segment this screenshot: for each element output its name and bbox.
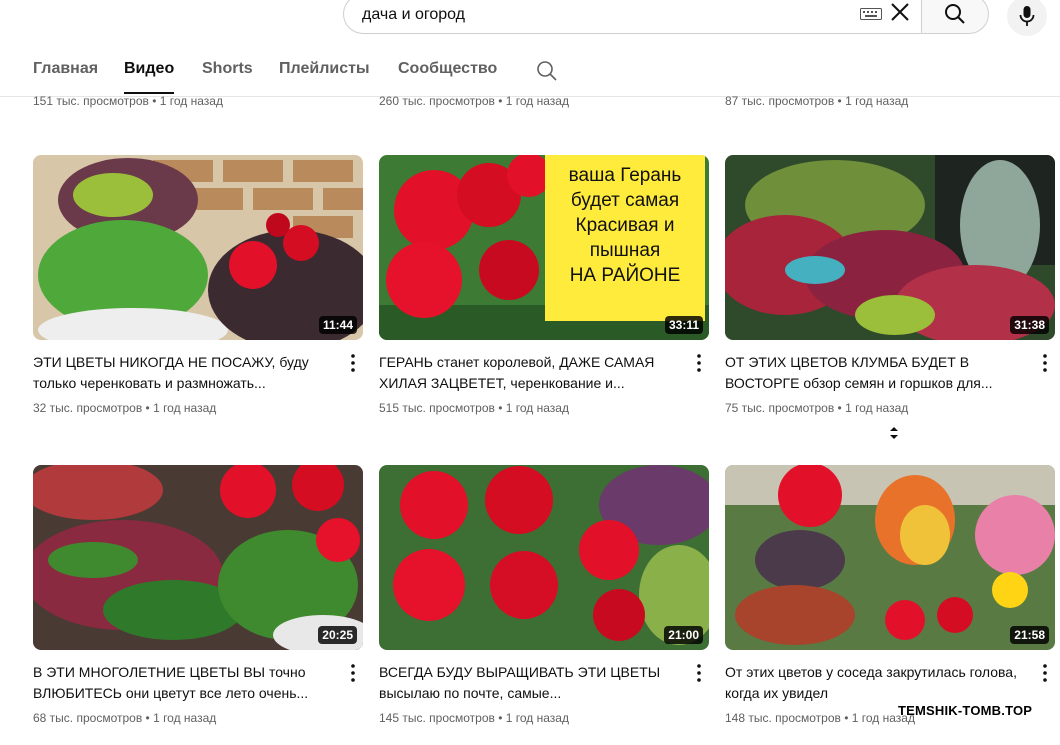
search-query[interactable]: дача и огород	[362, 6, 465, 24]
video-duration: 11:44	[318, 316, 357, 334]
video-thumbnail[interactable]: 31:38	[725, 155, 1055, 340]
clear-search-icon[interactable]	[889, 1, 911, 28]
video-card[interactable]: 11:44 ЭТИ ЦВЕТЫ НИКОГДА НЕ ПОСАЖУ, буду …	[33, 155, 363, 415]
video-meta: 260 тыс. просмотров • 1 год назад	[379, 94, 569, 108]
more-options-icon[interactable]	[691, 662, 707, 684]
video-duration: 21:00	[664, 626, 703, 644]
video-duration: 31:38	[1010, 316, 1049, 334]
more-options-icon[interactable]	[1037, 352, 1053, 374]
video-meta: 145 тыс. просмотров • 1 год назад	[379, 711, 569, 725]
video-meta: 148 тыс. просмотров • 1 год назад	[725, 711, 915, 725]
video-card[interactable]: 31:38 ОТ ЭТИХ ЦВЕТОВ КЛУМБА БУДЕТ В ВОСТ…	[725, 155, 1055, 415]
more-options-icon[interactable]	[345, 352, 361, 374]
tab-playlists[interactable]: Плейлисты	[279, 60, 370, 92]
video-thumbnail[interactable]: 20:25	[33, 465, 363, 650]
video-card[interactable]: 20:25 В ЭТИ МНОГОЛЕТНИЕ ЦВЕТЫ ВЫ точно В…	[33, 465, 363, 725]
video-thumbnail[interactable]: 11:44	[33, 155, 363, 340]
video-duration: 33:11	[664, 316, 703, 334]
video-title[interactable]: ОТ ЭТИХ ЦВЕТОВ КЛУМБА БУДЕТ В ВОСТОРГЕ о…	[725, 352, 1025, 394]
video-meta: 87 тыс. просмотров • 1 год назад	[725, 94, 909, 108]
search-icon	[945, 4, 965, 24]
video-title[interactable]: От этих цветов у соседа закрутилась голо…	[725, 662, 1025, 704]
watermark: TEMSHIK-TOMB.TOP	[898, 703, 1033, 718]
video-thumbnail[interactable]: 21:00	[379, 465, 709, 650]
video-duration: 20:25	[318, 626, 357, 644]
more-options-icon[interactable]	[1037, 662, 1053, 684]
channel-search-icon[interactable]	[536, 60, 558, 87]
tab-videos[interactable]: Видео	[124, 60, 175, 94]
microphone-icon	[1019, 6, 1035, 26]
video-thumbnail[interactable]: 21:58	[725, 465, 1055, 650]
search-input[interactable]: дача и огород	[343, 0, 921, 34]
video-title[interactable]: В ЭТИ МНОГОЛЕТНИЕ ЦВЕТЫ ВЫ точно ВЛЮБИТЕ…	[33, 662, 333, 704]
video-meta: 68 тыс. просмотров • 1 год назад	[33, 711, 217, 725]
search-button[interactable]	[921, 0, 989, 34]
video-title[interactable]: ГЕРАНЬ станет королевой, ДАЖЕ САМАЯ ХИЛА…	[379, 352, 679, 394]
tab-community[interactable]: Сообщество	[398, 60, 497, 92]
video-duration: 21:58	[1010, 626, 1049, 644]
video-card[interactable]: 21:00 ВСЕГДА БУДУ ВЫРАЩИВАТЬ ЭТИ ЦВЕТЫ в…	[379, 465, 709, 725]
video-thumbnail[interactable]: ваша Герань будет самая Красивая и пышна…	[379, 155, 709, 340]
more-options-icon[interactable]	[345, 662, 361, 684]
more-options-icon[interactable]	[691, 352, 707, 374]
channel-tabs: Главная Видео Shorts Плейлисты Сообществ…	[0, 52, 1060, 97]
thumbnail-overlay-text: ваша Герань будет самая Красивая и пышна…	[545, 155, 705, 321]
video-card[interactable]: ваша Герань будет самая Красивая и пышна…	[379, 155, 709, 415]
video-meta: 151 тыс. просмотров • 1 год назад	[33, 94, 223, 108]
video-title[interactable]: ВСЕГДА БУДУ ВЫРАЩИВАТЬ ЭТИ ЦВЕТЫ высылаю…	[379, 662, 679, 704]
video-card[interactable]: 21:58 От этих цветов у соседа закрутилас…	[725, 465, 1055, 725]
video-meta: 515 тыс. просмотров • 1 год назад	[379, 401, 569, 415]
voice-search-button[interactable]	[1007, 0, 1047, 36]
tab-home[interactable]: Главная	[33, 60, 98, 92]
video-title[interactable]: ЭТИ ЦВЕТЫ НИКОГДА НЕ ПОСАЖУ, буду только…	[33, 352, 333, 394]
video-meta: 75 тыс. просмотров • 1 год назад	[725, 401, 909, 415]
video-meta: 32 тыс. просмотров • 1 год назад	[33, 401, 217, 415]
tab-shorts[interactable]: Shorts	[202, 60, 253, 92]
keyboard-icon[interactable]	[860, 7, 882, 25]
sort-icon[interactable]	[886, 425, 902, 446]
